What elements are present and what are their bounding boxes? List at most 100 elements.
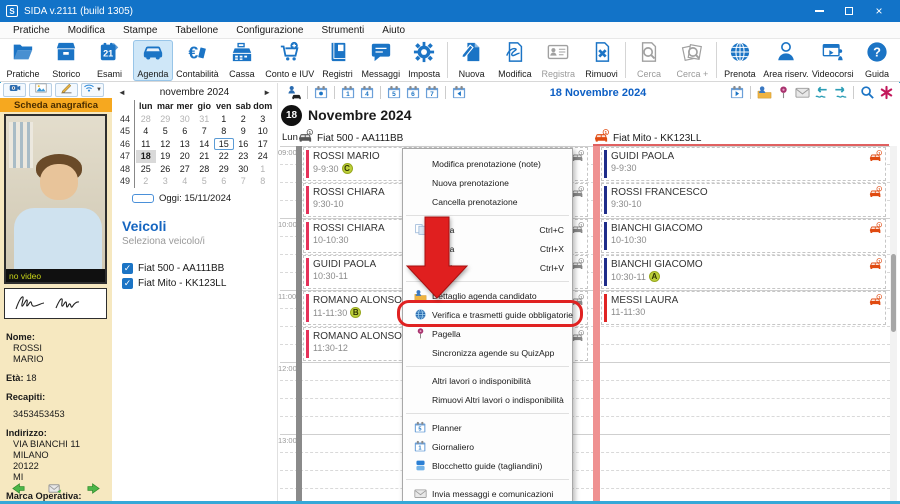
calendar-day-cell[interactable]: 30 [175, 113, 195, 126]
context-menu-item-sincronizza-agende-su-quizapp[interactable]: Sincronizza agende su QuizApp [403, 343, 572, 362]
toolbar-button-cassa[interactable]: Cassa [222, 40, 262, 81]
toolbar-button-guida[interactable]: ?Guida [857, 40, 897, 81]
scrollbar-thumb[interactable] [891, 254, 896, 332]
vehicle-item[interactable]: ✓Fiat Mito - KK123LL [122, 278, 267, 289]
toolbar-button-agenda[interactable]: Agenda [133, 40, 173, 81]
calendar-day-cell[interactable]: 8 [253, 175, 273, 188]
calendar-day-cell[interactable]: 31 [195, 113, 215, 126]
mail-send-icon[interactable] [48, 481, 63, 501]
context-menu-item-cancella-prenotazione[interactable]: Cancella prenotazione [403, 192, 572, 211]
wifi-button[interactable]: ▼ [81, 83, 104, 97]
checkbox-checked-icon[interactable]: ✓ [122, 278, 133, 289]
calendar-day-cell[interactable]: 4 [175, 175, 195, 188]
menu-item-configurazione[interactable]: Configurazione [227, 24, 312, 37]
appointment-card[interactable]: ROSSI FRANCESCO9:30-101 [601, 183, 886, 217]
menu-item-tabellone[interactable]: Tabellone [166, 24, 227, 37]
toolbar-button-modifica[interactable]: Modifica [495, 40, 535, 81]
cal-7-icon[interactable]: 7 [424, 85, 440, 101]
calendar-day-cell[interactable]: 26 [156, 163, 176, 176]
toolbar-button-conto-e-iuv[interactable]: Conto e IUV [265, 40, 314, 81]
signature-button[interactable] [55, 83, 78, 97]
calendar-next-icon[interactable]: ► [263, 88, 271, 97]
calendar-day-cell[interactable]: 20 [175, 150, 195, 163]
cal-4-icon[interactable]: 4 [359, 85, 375, 101]
calendar-day-cell[interactable]: 21 [195, 150, 215, 163]
calendar-day-cell[interactable]: 1 [253, 163, 273, 176]
calendar-day-cell[interactable]: 5 [195, 175, 215, 188]
toolbar-button-cerca[interactable]: Cerca [629, 40, 669, 81]
cal-6-icon[interactable]: 6 [405, 85, 421, 101]
calendar-day-cell[interactable]: 7 [234, 175, 254, 188]
car-arrow-left-icon[interactable] [813, 85, 829, 101]
calendar-day-cell[interactable]: 30 [234, 163, 254, 176]
calendar-day-cell[interactable]: 2 [136, 175, 156, 188]
calendar-day-cell[interactable]: 12 [156, 138, 176, 151]
minimize-button[interactable] [804, 0, 834, 22]
cal-today-icon[interactable] [313, 85, 329, 101]
calendar-day-cell[interactable]: 2 [234, 113, 254, 126]
arrow-prev-icon[interactable] [11, 481, 26, 501]
calendar-day-cell[interactable]: 27 [175, 163, 195, 176]
toolbar-button-nuova[interactable]: Nuova [452, 40, 492, 81]
context-menu-item-blocchetto-guide-tagliandini-[interactable]: Blocchetto guide (tagliandini) [403, 456, 572, 475]
context-menu-item-altri-lavori-o-indisponibilit-[interactable]: Altri lavori o indisponibilità [403, 371, 572, 390]
menu-item-pratiche[interactable]: Pratiche [4, 24, 59, 37]
calendar-day-cell[interactable]: 6 [175, 125, 195, 138]
calendar-day-cell[interactable]: 4 [136, 125, 156, 138]
context-menu-item-rimuovi-altri-lavori-o-indisponibilit-[interactable]: Rimuovi Altri lavori o indisponibilità [403, 390, 572, 409]
toolbar-button-storico[interactable]: Storico [46, 40, 86, 81]
calendar-day-cell[interactable]: 28 [195, 163, 215, 176]
calendar-day-cell[interactable]: 15 [214, 138, 234, 151]
toolbar-button-area-riserv-[interactable]: Area riserv. [763, 40, 808, 81]
appointment-card[interactable]: BIANCHI GIACOMO10-10:301 [601, 219, 886, 253]
cal-5-icon[interactable]: 5 [386, 85, 402, 101]
toolbar-button-registri[interactable]: Registri [318, 40, 358, 81]
toolbar-button-prenota[interactable]: Prenota [720, 40, 760, 81]
calendar-day-cell[interactable]: 8 [214, 125, 234, 138]
calendar-day-cell[interactable]: 14 [195, 138, 215, 151]
toolbar-button-pratiche[interactable]: Pratiche [3, 40, 43, 81]
calendar-today-box[interactable] [132, 194, 154, 203]
pin-icon[interactable] [775, 85, 791, 101]
close-button[interactable]: × [864, 0, 894, 22]
calendar-day-cell[interactable]: 24 [253, 150, 273, 163]
calendar-day-cell[interactable]: 16 [234, 138, 254, 151]
calendar-day-cell[interactable]: 3 [253, 113, 273, 126]
calendar-day-cell[interactable]: 25 [136, 163, 156, 176]
checkbox-checked-icon[interactable]: ✓ [122, 263, 133, 274]
calendar-prev-icon[interactable]: ◄ [118, 88, 126, 97]
appointment-card[interactable]: GUIDI PAOLA9-9:301 [601, 147, 886, 181]
toolbar-button-registra[interactable]: Registra [538, 40, 578, 81]
menu-item-aiuto[interactable]: Aiuto [373, 24, 414, 37]
context-menu-item-planner[interactable]: 5Planner [403, 418, 572, 437]
calendar-day-cell[interactable]: 7 [195, 125, 215, 138]
calendar-day-cell[interactable]: 5 [156, 125, 176, 138]
vehicle-item[interactable]: ✓Fiat 500 - AA111BB [122, 263, 267, 274]
menu-item-strumenti[interactable]: Strumenti [312, 24, 373, 37]
toolbar-button-messaggi[interactable]: Messaggi [361, 40, 401, 81]
picture-button[interactable] [29, 83, 52, 97]
calendar-day-cell[interactable]: 11 [136, 138, 156, 151]
column-header-fiat500[interactable]: 1 Fiat 500 - AA111BB [298, 129, 403, 147]
calendar-day-cell[interactable]: 13 [175, 138, 195, 151]
camera-button[interactable] [3, 83, 26, 97]
appointment-card[interactable]: MESSI LAURA11-11:301 [601, 291, 886, 325]
calendar-day-cell[interactable]: 1 [214, 113, 234, 126]
mail-icon[interactable] [794, 85, 810, 101]
toolbar-button-videocorsi[interactable]: Videocorsi [812, 40, 854, 81]
calendar-day-cell[interactable]: 18 [136, 150, 156, 163]
toolbar-button-rimuovi[interactable]: Rimuovi [582, 40, 622, 81]
calendar-day-cell[interactable]: 17 [253, 138, 273, 151]
calendar-day-cell[interactable]: 19 [156, 150, 176, 163]
appointment-card[interactable]: BIANCHI GIACOMO10:30-11A1 [601, 255, 886, 289]
toolbar-button-cerca-[interactable]: Cerca + [672, 40, 712, 81]
toolbar-button-esami[interactable]: 21Esami [90, 40, 130, 81]
cal-prev-icon[interactable] [451, 85, 467, 101]
calendar-day-cell[interactable]: 6 [214, 175, 234, 188]
context-menu-item-nuova-prenotazione[interactable]: Nuova prenotazione [403, 173, 572, 192]
toolbar-button-contabilit-[interactable]: €Contabilità [176, 40, 219, 81]
context-menu-item-giornaliero[interactable]: 1Giornaliero [403, 437, 572, 456]
agenda-scrollbar[interactable] [890, 146, 897, 504]
person-folder-icon[interactable] [756, 85, 772, 101]
cal-1-icon[interactable]: 1 [340, 85, 356, 101]
